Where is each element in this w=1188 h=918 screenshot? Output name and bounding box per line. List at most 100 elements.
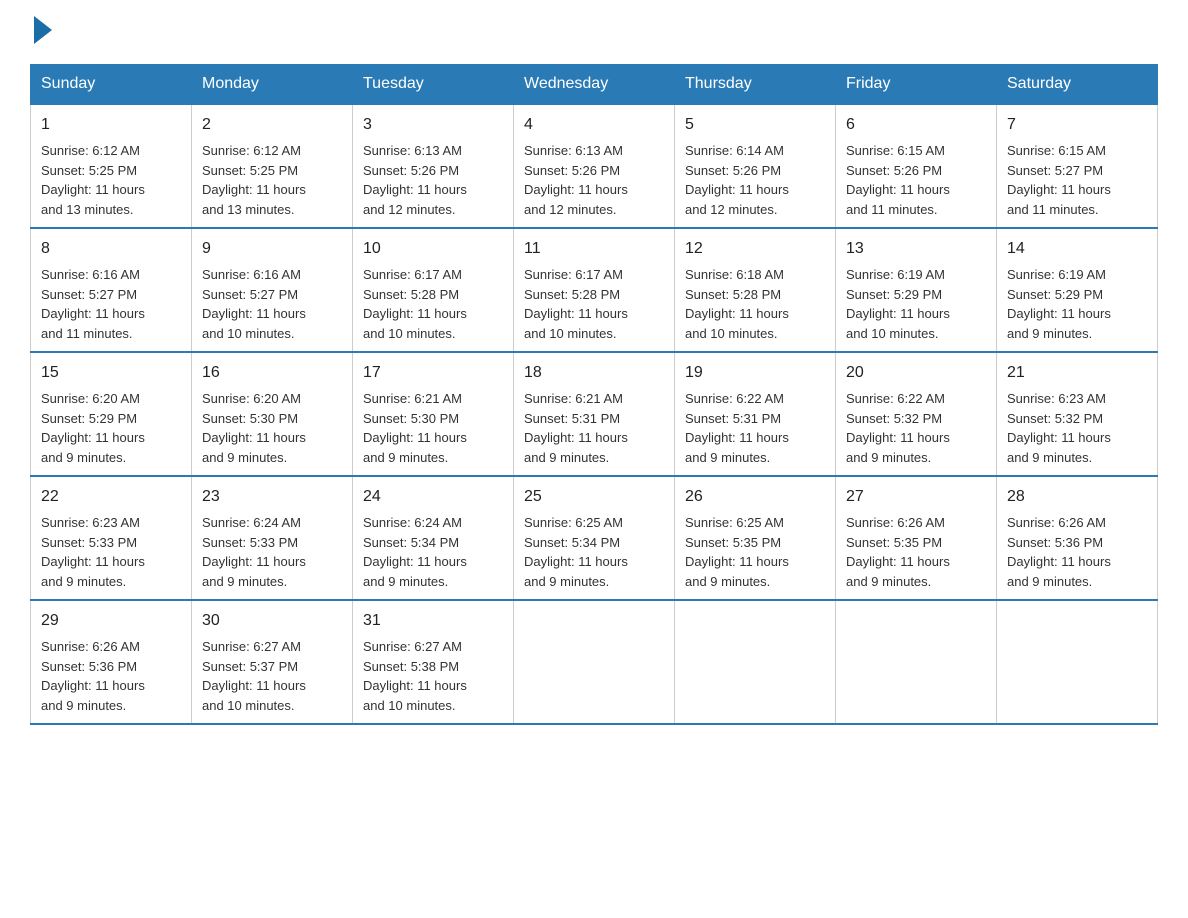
calendar-cell: 18 Sunrise: 6:21 AMSunset: 5:31 PMDaylig… xyxy=(514,352,675,476)
day-number: 25 xyxy=(524,485,664,509)
calendar-cell xyxy=(836,600,997,724)
day-info: Sunrise: 6:24 AMSunset: 5:34 PMDaylight:… xyxy=(363,515,467,589)
calendar-week-1: 1 Sunrise: 6:12 AMSunset: 5:25 PMDayligh… xyxy=(31,104,1158,228)
day-number: 14 xyxy=(1007,237,1147,261)
day-number: 28 xyxy=(1007,485,1147,509)
day-info: Sunrise: 6:21 AMSunset: 5:31 PMDaylight:… xyxy=(524,391,628,465)
calendar-cell: 24 Sunrise: 6:24 AMSunset: 5:34 PMDaylig… xyxy=(353,476,514,600)
day-number: 15 xyxy=(41,361,181,385)
calendar-cell: 5 Sunrise: 6:14 AMSunset: 5:26 PMDayligh… xyxy=(675,104,836,228)
day-number: 3 xyxy=(363,113,503,137)
day-info: Sunrise: 6:26 AMSunset: 5:36 PMDaylight:… xyxy=(1007,515,1111,589)
day-number: 2 xyxy=(202,113,342,137)
day-info: Sunrise: 6:16 AMSunset: 5:27 PMDaylight:… xyxy=(41,267,145,341)
calendar-cell: 21 Sunrise: 6:23 AMSunset: 5:32 PMDaylig… xyxy=(997,352,1158,476)
day-number: 20 xyxy=(846,361,986,385)
day-info: Sunrise: 6:16 AMSunset: 5:27 PMDaylight:… xyxy=(202,267,306,341)
day-number: 23 xyxy=(202,485,342,509)
day-number: 8 xyxy=(41,237,181,261)
calendar-cell: 13 Sunrise: 6:19 AMSunset: 5:29 PMDaylig… xyxy=(836,228,997,352)
day-info: Sunrise: 6:26 AMSunset: 5:36 PMDaylight:… xyxy=(41,639,145,713)
day-number: 11 xyxy=(524,237,664,261)
header-saturday: Saturday xyxy=(997,65,1158,105)
day-number: 13 xyxy=(846,237,986,261)
day-info: Sunrise: 6:25 AMSunset: 5:35 PMDaylight:… xyxy=(685,515,789,589)
calendar-cell xyxy=(675,600,836,724)
day-info: Sunrise: 6:13 AMSunset: 5:26 PMDaylight:… xyxy=(363,143,467,217)
day-number: 30 xyxy=(202,609,342,633)
calendar-cell: 17 Sunrise: 6:21 AMSunset: 5:30 PMDaylig… xyxy=(353,352,514,476)
day-number: 9 xyxy=(202,237,342,261)
calendar-week-5: 29 Sunrise: 6:26 AMSunset: 5:36 PMDaylig… xyxy=(31,600,1158,724)
day-number: 24 xyxy=(363,485,503,509)
day-info: Sunrise: 6:17 AMSunset: 5:28 PMDaylight:… xyxy=(363,267,467,341)
day-number: 22 xyxy=(41,485,181,509)
day-info: Sunrise: 6:22 AMSunset: 5:32 PMDaylight:… xyxy=(846,391,950,465)
day-number: 7 xyxy=(1007,113,1147,137)
day-info: Sunrise: 6:23 AMSunset: 5:33 PMDaylight:… xyxy=(41,515,145,589)
day-number: 17 xyxy=(363,361,503,385)
calendar-table: SundayMondayTuesdayWednesdayThursdayFrid… xyxy=(30,64,1158,725)
calendar-cell: 12 Sunrise: 6:18 AMSunset: 5:28 PMDaylig… xyxy=(675,228,836,352)
calendar-cell: 14 Sunrise: 6:19 AMSunset: 5:29 PMDaylig… xyxy=(997,228,1158,352)
header-wednesday: Wednesday xyxy=(514,65,675,105)
page-header xyxy=(30,20,1158,44)
day-info: Sunrise: 6:19 AMSunset: 5:29 PMDaylight:… xyxy=(846,267,950,341)
day-info: Sunrise: 6:22 AMSunset: 5:31 PMDaylight:… xyxy=(685,391,789,465)
day-info: Sunrise: 6:20 AMSunset: 5:30 PMDaylight:… xyxy=(202,391,306,465)
day-number: 16 xyxy=(202,361,342,385)
calendar-header-row: SundayMondayTuesdayWednesdayThursdayFrid… xyxy=(31,65,1158,105)
day-number: 18 xyxy=(524,361,664,385)
day-info: Sunrise: 6:23 AMSunset: 5:32 PMDaylight:… xyxy=(1007,391,1111,465)
day-info: Sunrise: 6:17 AMSunset: 5:28 PMDaylight:… xyxy=(524,267,628,341)
calendar-cell: 26 Sunrise: 6:25 AMSunset: 5:35 PMDaylig… xyxy=(675,476,836,600)
calendar-cell: 19 Sunrise: 6:22 AMSunset: 5:31 PMDaylig… xyxy=(675,352,836,476)
calendar-cell xyxy=(514,600,675,724)
day-info: Sunrise: 6:18 AMSunset: 5:28 PMDaylight:… xyxy=(685,267,789,341)
day-number: 6 xyxy=(846,113,986,137)
calendar-cell: 28 Sunrise: 6:26 AMSunset: 5:36 PMDaylig… xyxy=(997,476,1158,600)
calendar-cell: 11 Sunrise: 6:17 AMSunset: 5:28 PMDaylig… xyxy=(514,228,675,352)
calendar-cell: 1 Sunrise: 6:12 AMSunset: 5:25 PMDayligh… xyxy=(31,104,192,228)
day-number: 10 xyxy=(363,237,503,261)
day-number: 1 xyxy=(41,113,181,137)
header-thursday: Thursday xyxy=(675,65,836,105)
day-info: Sunrise: 6:12 AMSunset: 5:25 PMDaylight:… xyxy=(41,143,145,217)
calendar-cell: 27 Sunrise: 6:26 AMSunset: 5:35 PMDaylig… xyxy=(836,476,997,600)
calendar-cell: 4 Sunrise: 6:13 AMSunset: 5:26 PMDayligh… xyxy=(514,104,675,228)
day-number: 4 xyxy=(524,113,664,137)
day-info: Sunrise: 6:12 AMSunset: 5:25 PMDaylight:… xyxy=(202,143,306,217)
day-number: 5 xyxy=(685,113,825,137)
calendar-cell: 30 Sunrise: 6:27 AMSunset: 5:37 PMDaylig… xyxy=(192,600,353,724)
header-monday: Monday xyxy=(192,65,353,105)
calendar-cell: 23 Sunrise: 6:24 AMSunset: 5:33 PMDaylig… xyxy=(192,476,353,600)
day-info: Sunrise: 6:15 AMSunset: 5:26 PMDaylight:… xyxy=(846,143,950,217)
calendar-cell: 29 Sunrise: 6:26 AMSunset: 5:36 PMDaylig… xyxy=(31,600,192,724)
header-friday: Friday xyxy=(836,65,997,105)
day-number: 31 xyxy=(363,609,503,633)
day-number: 19 xyxy=(685,361,825,385)
logo-top xyxy=(30,20,56,44)
day-info: Sunrise: 6:14 AMSunset: 5:26 PMDaylight:… xyxy=(685,143,789,217)
logo xyxy=(30,20,56,44)
calendar-cell: 6 Sunrise: 6:15 AMSunset: 5:26 PMDayligh… xyxy=(836,104,997,228)
calendar-cell: 25 Sunrise: 6:25 AMSunset: 5:34 PMDaylig… xyxy=(514,476,675,600)
calendar-cell: 31 Sunrise: 6:27 AMSunset: 5:38 PMDaylig… xyxy=(353,600,514,724)
day-info: Sunrise: 6:26 AMSunset: 5:35 PMDaylight:… xyxy=(846,515,950,589)
day-number: 21 xyxy=(1007,361,1147,385)
day-info: Sunrise: 6:20 AMSunset: 5:29 PMDaylight:… xyxy=(41,391,145,465)
calendar-week-3: 15 Sunrise: 6:20 AMSunset: 5:29 PMDaylig… xyxy=(31,352,1158,476)
day-info: Sunrise: 6:24 AMSunset: 5:33 PMDaylight:… xyxy=(202,515,306,589)
calendar-cell: 20 Sunrise: 6:22 AMSunset: 5:32 PMDaylig… xyxy=(836,352,997,476)
day-info: Sunrise: 6:27 AMSunset: 5:37 PMDaylight:… xyxy=(202,639,306,713)
calendar-cell: 16 Sunrise: 6:20 AMSunset: 5:30 PMDaylig… xyxy=(192,352,353,476)
day-info: Sunrise: 6:25 AMSunset: 5:34 PMDaylight:… xyxy=(524,515,628,589)
calendar-cell xyxy=(997,600,1158,724)
calendar-cell: 22 Sunrise: 6:23 AMSunset: 5:33 PMDaylig… xyxy=(31,476,192,600)
day-number: 26 xyxy=(685,485,825,509)
calendar-cell: 15 Sunrise: 6:20 AMSunset: 5:29 PMDaylig… xyxy=(31,352,192,476)
day-number: 12 xyxy=(685,237,825,261)
day-number: 29 xyxy=(41,609,181,633)
calendar-cell: 10 Sunrise: 6:17 AMSunset: 5:28 PMDaylig… xyxy=(353,228,514,352)
header-tuesday: Tuesday xyxy=(353,65,514,105)
